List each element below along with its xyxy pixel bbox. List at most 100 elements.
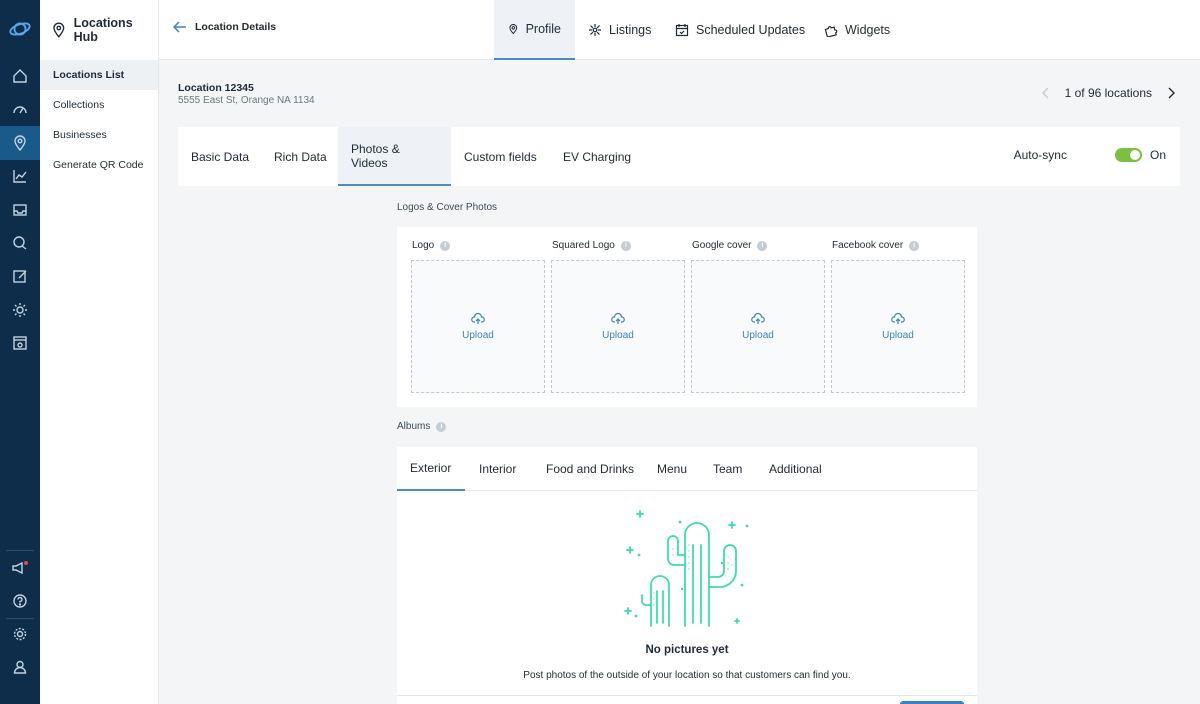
location-pager: 1 of 96 locations xyxy=(1039,86,1178,100)
sidebar-item-locations-list[interactable]: Locations List xyxy=(40,60,158,90)
empty-state-title: No pictures yet xyxy=(645,644,729,656)
location-address: 5555 East St, Orange NA 1134 xyxy=(178,95,315,106)
autosync-control: Auto-sync On xyxy=(1014,148,1166,162)
albums-panel: Exterior Interior Food and Drinks Menu T… xyxy=(397,447,977,704)
autosync-label: Auto-sync xyxy=(1013,148,1067,162)
sidebar-item-label: Collections xyxy=(53,99,105,111)
cloud-upload-icon xyxy=(751,312,765,324)
logos-panel: Logo i Upload Squared Logo i Upload Google… xyxy=(397,227,977,407)
sidebar-item-label: Locations List xyxy=(53,69,125,81)
tab-label: Rich Data xyxy=(274,149,327,164)
slot-label: Logo i xyxy=(412,240,451,251)
tab-label: Food and Drinks xyxy=(546,462,635,476)
sidebar-item-generate-qr-code[interactable]: Generate QR Code xyxy=(40,150,158,180)
tab-rich-data[interactable]: Rich Data xyxy=(261,127,340,186)
chevron-left-icon[interactable] xyxy=(1039,86,1053,100)
tab-label: Additional xyxy=(769,462,822,476)
location-name: Location 12345 xyxy=(178,82,254,94)
logo-icon[interactable] xyxy=(8,17,32,41)
info-icon[interactable]: i xyxy=(909,240,920,251)
albums-section-title: Albums i xyxy=(397,421,447,432)
tab-interior[interactable]: Interior xyxy=(466,447,529,491)
browser-icon[interactable] xyxy=(8,331,32,355)
tab-menu[interactable]: Menu xyxy=(644,447,700,491)
network-icon xyxy=(589,24,601,36)
tab-photos-videos[interactable]: Photos & Videos xyxy=(338,127,451,186)
tab-label: Interior xyxy=(479,462,517,476)
module-header: Locations Hub xyxy=(40,0,158,60)
albums-title-text: Albums xyxy=(397,421,431,432)
upload-dropzone[interactable]: Upload xyxy=(551,260,685,393)
tab-additional[interactable]: Additional xyxy=(756,447,835,491)
top-bar: Location Details Profile Listings Schedu… xyxy=(159,0,1200,60)
upload-dropzone[interactable]: Upload xyxy=(831,260,965,393)
pin-icon xyxy=(53,22,65,38)
cloud-upload-icon xyxy=(611,312,625,324)
rail-divider xyxy=(6,550,34,551)
tab-exterior[interactable]: Exterior xyxy=(397,447,465,491)
tab-scheduled-updates[interactable]: Scheduled Updates xyxy=(661,0,819,60)
rail-divider xyxy=(6,618,34,619)
empty-state-description: Post photos of the outside of your locat… xyxy=(523,670,851,681)
slot-label-text: Logo xyxy=(412,240,435,251)
home-icon[interactable] xyxy=(8,64,32,88)
tab-team[interactable]: Team xyxy=(700,447,755,491)
upload-label: Upload xyxy=(602,329,634,341)
location-icon[interactable] xyxy=(0,126,40,160)
slot-label-text: Google cover xyxy=(692,240,752,251)
puzzle-icon xyxy=(824,26,838,37)
info-icon[interactable]: i xyxy=(436,421,447,432)
upload-dropzone[interactable]: Upload xyxy=(411,260,545,393)
tab-profile[interactable]: Profile xyxy=(494,0,575,60)
announcement-icon[interactable] xyxy=(8,556,32,580)
slot-label: Google cover i xyxy=(692,240,768,251)
sidebar-item-label: Businesses xyxy=(53,129,107,141)
upload-dropzone[interactable]: Upload xyxy=(691,260,825,393)
pager-text: 1 of 96 locations xyxy=(1064,86,1152,100)
chevron-right-icon[interactable] xyxy=(1164,86,1178,100)
ideas-icon[interactable] xyxy=(8,298,32,322)
user-icon[interactable] xyxy=(8,655,32,679)
sidebar-item-collections[interactable]: Collections xyxy=(40,90,158,120)
tab-label: Exterior xyxy=(410,461,452,475)
info-icon[interactable]: i xyxy=(440,240,451,251)
upload-label: Upload xyxy=(882,329,914,341)
dashboard-icon[interactable] xyxy=(8,97,32,121)
chat-icon[interactable] xyxy=(8,231,32,255)
logos-section-title: Logos & Cover Photos xyxy=(397,202,497,213)
logos-title-text: Logos & Cover Photos xyxy=(397,202,498,213)
tab-widgets[interactable]: Widgets xyxy=(810,0,904,60)
autosync-toggle[interactable] xyxy=(1114,148,1142,162)
info-icon[interactable]: i xyxy=(757,240,768,251)
arrow-left-icon xyxy=(173,21,186,33)
tab-listings[interactable]: Listings xyxy=(574,0,665,60)
section-tabs: Basic Data Rich Data Photos & Videos Cus… xyxy=(178,127,1180,186)
inbox-icon[interactable] xyxy=(8,198,32,222)
module-title: Locations Hub xyxy=(73,16,133,44)
autosync-state: On xyxy=(1149,148,1166,162)
sidebar-item-businesses[interactable]: Businesses xyxy=(40,120,158,150)
analytics-icon[interactable] xyxy=(8,164,32,188)
app-rail xyxy=(0,0,40,704)
tab-ev-charging[interactable]: EV Charging xyxy=(550,127,644,186)
tab-basic-data[interactable]: Basic Data xyxy=(178,127,262,186)
tab-food-and-drinks[interactable]: Food and Drinks xyxy=(533,447,647,491)
info-icon[interactable]: i xyxy=(620,240,631,251)
tab-label: Widgets xyxy=(845,23,891,37)
edit-icon[interactable] xyxy=(8,264,32,288)
tab-custom-fields[interactable]: Custom fields xyxy=(451,127,550,186)
tab-label: EV Charging xyxy=(563,149,632,164)
help-icon[interactable] xyxy=(8,589,32,613)
album-tabs: Exterior Interior Food and Drinks Menu T… xyxy=(397,447,977,491)
tab-label: Listings xyxy=(609,23,652,37)
upload-label: Upload xyxy=(742,329,774,341)
cloud-upload-icon xyxy=(891,312,905,324)
cactus-illustration-icon xyxy=(624,510,749,627)
slot-label-text: Facebook cover xyxy=(832,240,904,251)
tab-label: Basic Data xyxy=(191,149,250,164)
panel-divider xyxy=(397,695,977,696)
back-button[interactable]: Location Details xyxy=(173,21,276,33)
upload-label: Upload xyxy=(462,329,494,341)
cloud-upload-icon xyxy=(471,312,485,324)
settings-icon[interactable] xyxy=(8,622,32,646)
